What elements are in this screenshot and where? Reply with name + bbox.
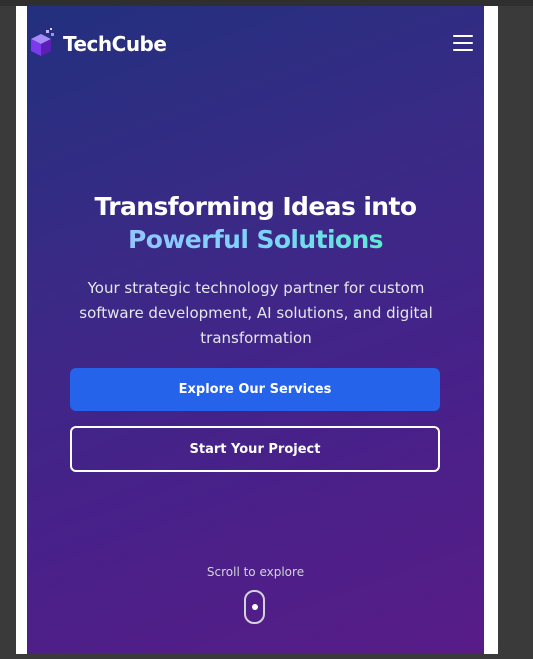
cube-logo-icon <box>29 28 57 60</box>
headline-line-1: Transforming Ideas into <box>94 192 417 221</box>
mouse-wheel-dot <box>252 604 258 610</box>
mouse-scroll-icon[interactable] <box>244 590 265 624</box>
menu-bar-bottom <box>453 49 473 51</box>
explore-services-button[interactable]: Explore Our Services <box>70 368 440 411</box>
headline-highlight: Powerful Solutions <box>128 225 384 254</box>
hero-subtitle: Your strategic technology partner for cu… <box>79 279 433 347</box>
menu-bar-middle <box>453 42 473 44</box>
brand-logo-link[interactable]: TechCube <box>29 28 167 60</box>
start-project-button[interactable]: Start Your Project <box>70 426 440 472</box>
hero-section: TechCube Transforming Ideas into Powerfu… <box>27 6 484 654</box>
scroll-hint: Scroll to explore <box>206 565 305 579</box>
brand-name: TechCube <box>63 32 167 56</box>
menu-bar-top <box>453 35 473 37</box>
page: TechCube Transforming Ideas into Powerfu… <box>16 6 498 654</box>
hamburger-menu-icon[interactable] <box>453 35 473 53</box>
hero-headline: Transforming Ideas into Powerful Solutio… <box>27 190 484 256</box>
navbar: TechCube <box>27 28 484 64</box>
viewport: TechCube Transforming Ideas into Powerfu… <box>0 0 533 659</box>
